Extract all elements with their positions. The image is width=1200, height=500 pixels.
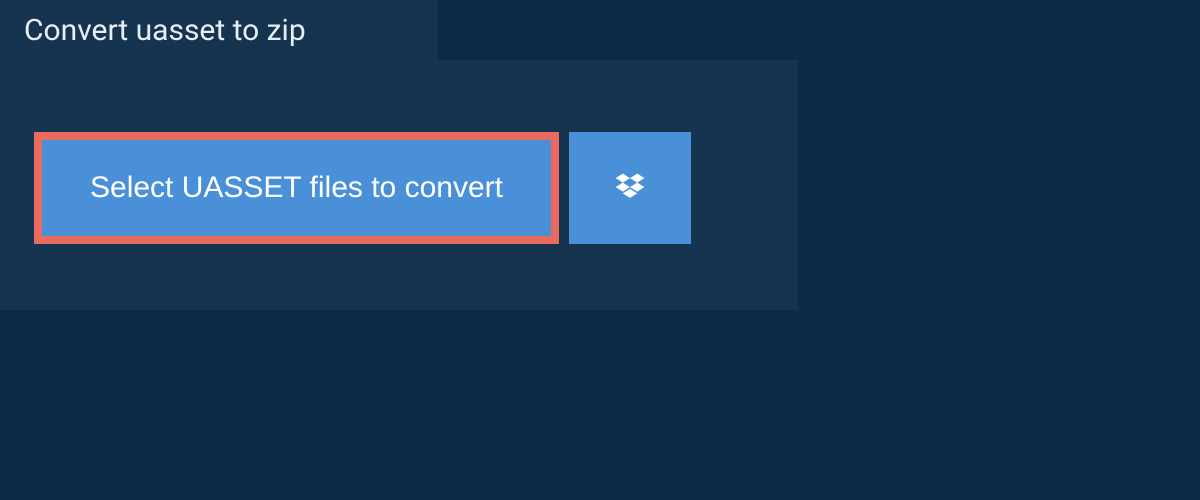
tab-convert[interactable]: Convert uasset to zip bbox=[0, 0, 438, 60]
select-files-button[interactable]: Select UASSET files to convert bbox=[34, 132, 559, 244]
dropbox-icon bbox=[612, 170, 648, 206]
dropbox-button[interactable] bbox=[569, 132, 691, 244]
converter-panel: Convert uasset to zip Select UASSET file… bbox=[0, 60, 798, 310]
select-files-label: Select UASSET files to convert bbox=[90, 171, 503, 205]
tab-title: Convert uasset to zip bbox=[24, 13, 306, 48]
button-row: Select UASSET files to convert bbox=[34, 132, 691, 244]
